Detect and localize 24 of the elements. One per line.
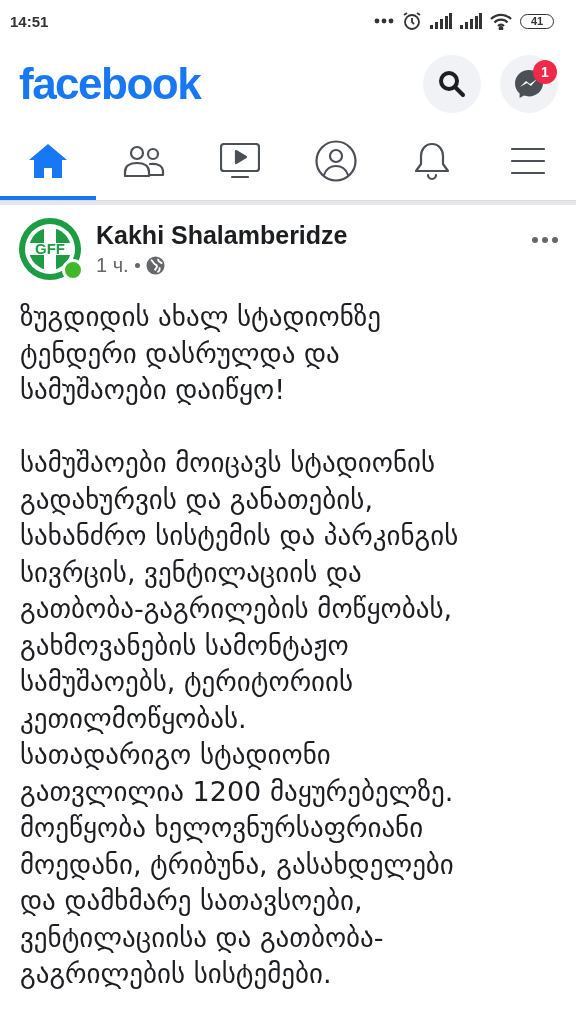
author-name[interactable]: Kakhi Shalamberidze bbox=[96, 221, 518, 250]
search-icon bbox=[438, 70, 466, 98]
signal-icon bbox=[460, 13, 482, 29]
more-options-icon[interactable] bbox=[532, 237, 558, 243]
post-paragraph: სამუშაოები მოიცავს სტადიონის გადახურვის და განათების, სახანძრო სისტემის და პარკინგის სივრცის, ვენტილაციის და გათბობა-გაგრილების მოწყობას, გახმოვანების სამონტაჟო სამუშაოებს, ტერიტორიის კეთილმოწყობას. სათადარიგო სტადიონი გათვლილია 1200 მაყურებელზე. მოეწყობა ხელოვნურსაფრიანი მოედანი, ტრიბუნა, გასახდელები და დამხმარე სათავსოები, ვენტილაციისა და გათბობა- გაგრილების სისტემები. bbox=[20, 446, 460, 991]
video-icon bbox=[220, 143, 260, 179]
wifi-icon bbox=[490, 12, 512, 30]
post-paragraph: ზუგდიდის ახალ სტადიონზე ტენდერი დასრულდა და სამუშაოები დაიწყო! bbox=[20, 300, 383, 407]
profile-icon bbox=[315, 140, 357, 182]
home-icon bbox=[28, 142, 68, 180]
avatar-logo: GFF bbox=[18, 217, 82, 281]
messenger-button[interactable]: 1 bbox=[500, 55, 558, 113]
menu-icon bbox=[510, 146, 546, 176]
status-time: 14:51 bbox=[10, 12, 49, 30]
facebook-logo: facebook bbox=[19, 59, 201, 109]
notification-badge: 1 bbox=[533, 60, 557, 84]
friends-icon bbox=[123, 144, 165, 178]
alarm-clock-icon bbox=[402, 11, 422, 31]
more-dots-icon bbox=[374, 18, 394, 24]
bell-icon bbox=[414, 141, 450, 181]
globe-icon bbox=[145, 256, 165, 275]
dot-separator-icon bbox=[134, 263, 140, 268]
signal-icon bbox=[430, 13, 452, 29]
post-time: 1 ч. bbox=[96, 254, 129, 277]
